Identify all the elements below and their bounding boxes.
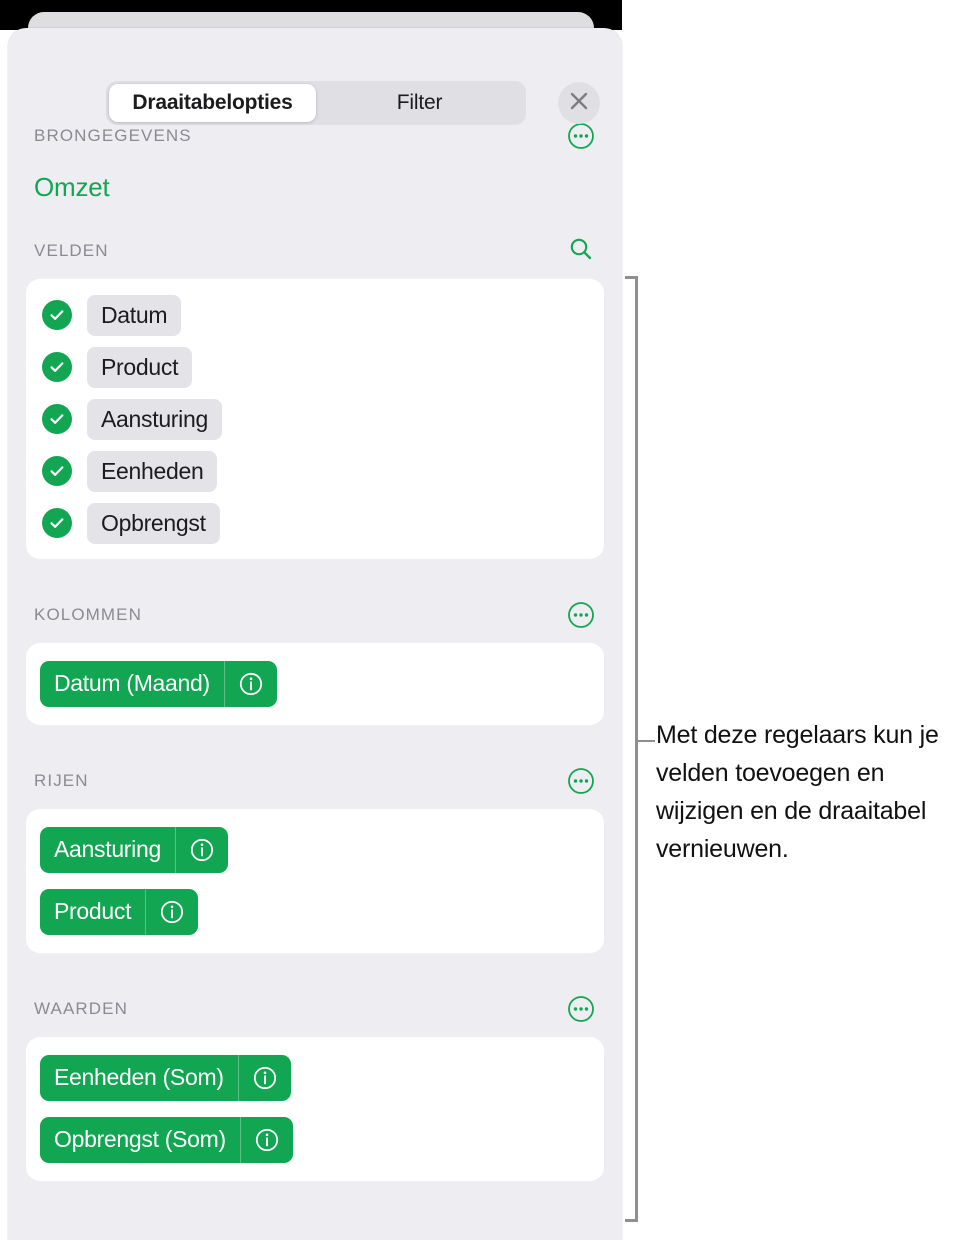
columns-card: Datum (Maand) [26, 643, 604, 725]
field-chip-label[interactable]: Opbrengst [87, 502, 220, 544]
field-token-label: Product [54, 898, 132, 924]
field-token[interactable]: Datum (Maand) [40, 661, 277, 707]
checkmark-icon[interactable] [42, 456, 72, 486]
list-item[interactable]: Product [26, 341, 604, 393]
fields-section-title: VELDEN [34, 241, 109, 260]
rows-section-header: RIJEN [8, 767, 622, 795]
list-item: Eenheden (Som) [26, 1047, 604, 1109]
info-icon[interactable] [174, 827, 228, 873]
field-token[interactable]: Eenheden (Som) [40, 1055, 291, 1101]
bracket-vertical-line [635, 276, 638, 1222]
checkmark-icon[interactable] [42, 300, 72, 330]
close-icon [567, 89, 591, 118]
values-card: Eenheden (Som) Opbrengst (Som) [26, 1037, 604, 1181]
list-item[interactable]: Opbrengst [26, 497, 604, 549]
field-token-label: Eenheden (Som) [54, 1064, 224, 1090]
checkmark-icon[interactable] [42, 352, 72, 382]
source-section-title: BRONGEGEVENS [34, 126, 192, 145]
field-token[interactable]: Opbrengst (Som) [40, 1117, 293, 1163]
annotation-leader-line [638, 740, 655, 742]
bracket-bottom-tick [625, 1219, 638, 1222]
columns-section-title: KOLOMMEN [34, 605, 142, 624]
values-section-title: WAARDEN [34, 999, 128, 1018]
info-icon[interactable] [223, 661, 277, 707]
pivot-table-options-panel: Draaitabelopties Filter BRONGEGEVENS Omz… [8, 28, 622, 1240]
search-icon [568, 236, 594, 267]
list-item[interactable]: Datum [26, 289, 604, 341]
rows-more-options-button[interactable] [566, 766, 596, 796]
field-chip-label[interactable]: Aansturing [87, 398, 222, 440]
fields-list-card: Datum Product Aansturing Eenheden Opbren… [26, 279, 604, 559]
rows-section-title: RIJEN [34, 771, 89, 790]
tab-label: Draaitabelopties [132, 91, 293, 114]
list-item: Datum (Maand) [26, 653, 604, 715]
search-button[interactable] [566, 236, 596, 266]
checkmark-icon[interactable] [42, 404, 72, 434]
values-section-header: WAARDEN [8, 995, 622, 1023]
close-button[interactable] [558, 82, 600, 124]
annotation-text: Met deze regelaars kun je velden toevoeg… [656, 721, 939, 863]
columns-more-options-button[interactable] [566, 600, 596, 630]
tab-label: Filter [396, 91, 443, 114]
field-token[interactable]: Product [40, 889, 199, 935]
info-icon[interactable] [145, 889, 198, 935]
annotation-bracket [625, 276, 639, 1222]
list-item: Product [26, 881, 604, 943]
list-item[interactable]: Eenheden [26, 445, 604, 497]
field-chip-label[interactable]: Product [87, 346, 193, 388]
list-item: Aansturing [26, 819, 604, 881]
info-icon[interactable] [239, 1117, 293, 1163]
info-icon[interactable] [237, 1055, 291, 1101]
field-token-label: Datum (Maand) [54, 670, 210, 696]
columns-section-header: KOLOMMEN [8, 601, 622, 629]
checkmark-icon[interactable] [42, 508, 72, 538]
tab-draaitabelopties[interactable]: Draaitabelopties [109, 84, 316, 122]
tab-segmented-control[interactable]: Draaitabelopties Filter [106, 81, 526, 125]
rows-card: Aansturing Product [26, 809, 604, 953]
values-more-options-button[interactable] [566, 994, 596, 1024]
source-section-header: BRONGEGEVENS [8, 122, 622, 150]
panel-header: Draaitabelopties Filter [8, 28, 622, 125]
tab-filter[interactable]: Filter [316, 84, 523, 122]
source-name[interactable]: Omzet [8, 150, 622, 203]
fields-section-header: VELDEN [8, 237, 622, 265]
list-item[interactable]: Aansturing [26, 393, 604, 445]
field-chip-label[interactable]: Datum [87, 294, 182, 336]
list-item: Opbrengst (Som) [26, 1109, 604, 1171]
source-more-options-button[interactable] [566, 121, 596, 151]
field-token-label: Opbrengst (Som) [54, 1126, 226, 1152]
field-token-label: Aansturing [54, 836, 161, 862]
field-token[interactable]: Aansturing [40, 827, 228, 873]
field-chip-label[interactable]: Eenheden [87, 450, 218, 492]
